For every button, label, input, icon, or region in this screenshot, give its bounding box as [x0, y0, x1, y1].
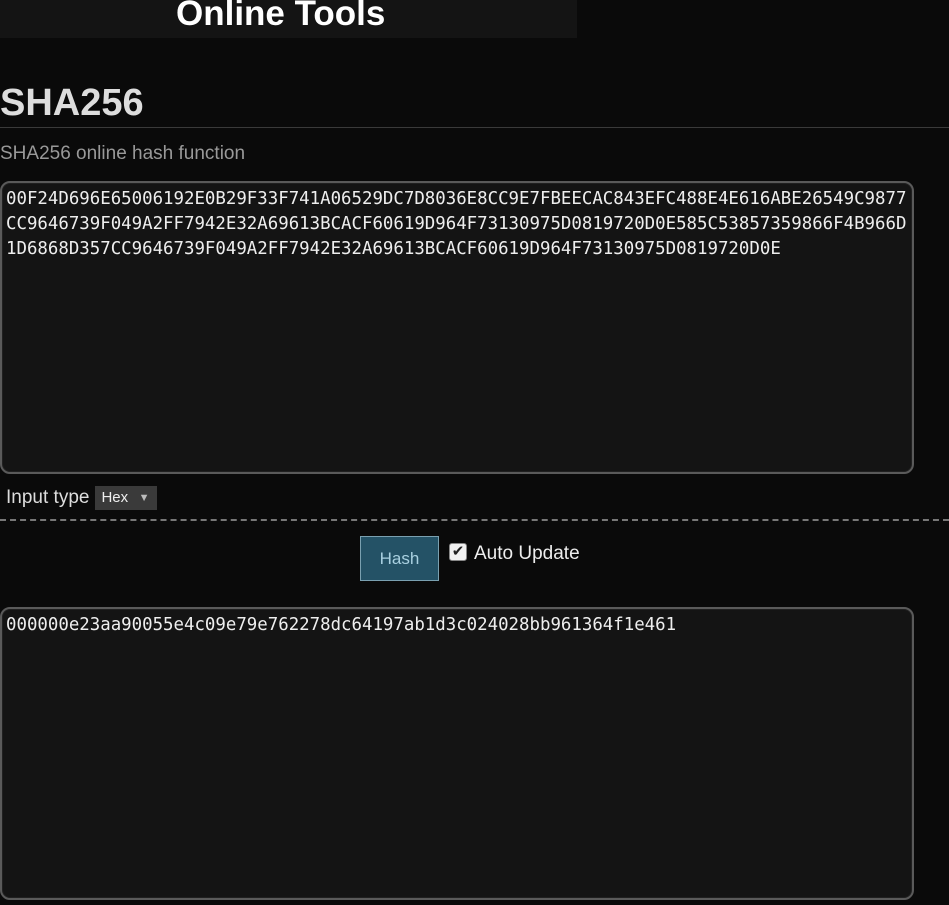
auto-update-label[interactable]: Auto Update: [474, 543, 580, 565]
output-textarea[interactable]: 000000e23aa90055e4c09e79e762278dc64197ab…: [0, 607, 914, 900]
input-type-label: Input type: [6, 487, 90, 508]
site-title[interactable]: Online Tools: [176, 0, 385, 34]
title-divider: [0, 127, 949, 128]
page-subtitle: SHA256 online hash function: [0, 143, 246, 164]
input-type-selected: Hex: [101, 489, 129, 506]
page-title: SHA256: [0, 82, 144, 124]
input-textarea[interactable]: 00F24D696E65006192E0B29F33F741A06529DC7D…: [0, 181, 914, 474]
site-header: Online Tools: [0, 0, 577, 38]
input-type-row: Input type Hex ▼: [6, 486, 158, 510]
input-type-select[interactable]: Hex ▼: [95, 486, 158, 510]
section-divider: [0, 519, 949, 521]
auto-update-checkbox[interactable]: ✔: [449, 543, 467, 561]
hash-button[interactable]: Hash: [360, 536, 439, 581]
triangle-down-icon: ▼: [138, 492, 150, 504]
auto-update-control[interactable]: ✔ Auto Update: [449, 543, 580, 565]
